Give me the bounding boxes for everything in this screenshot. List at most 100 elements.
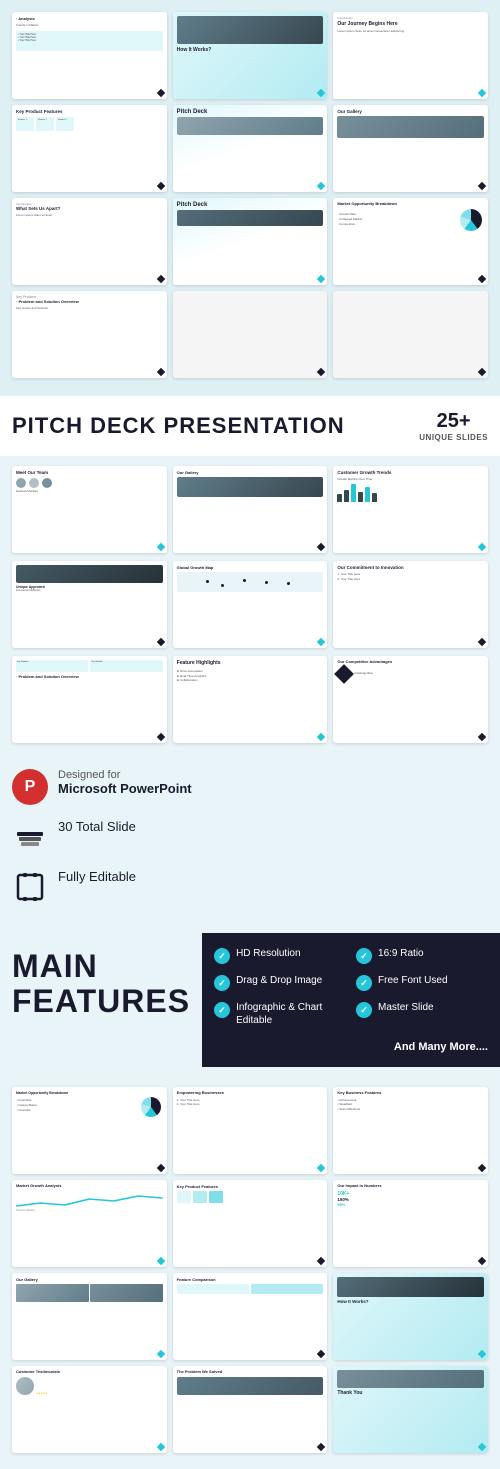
slide-label-pitch-deck-1: Pitch Deck [177,109,324,115]
slide-thumb-analysis[interactable]: · Analysis Trends in Market • Your Title… [12,12,167,99]
slide-bottom-row-1: Market Opportunity Breakdown · Growth Ra… [12,1087,488,1174]
slide-diamond-commitment [478,638,486,646]
slide-label-what-sets: What Sets Us Apart? [16,206,163,211]
slide-mid-row-3: Key Problem Key Solution · Problem and S… [12,656,488,743]
slide-thumb-our-impact[interactable]: Our Impact in Numbers 10K+ 150% 95% [333,1180,488,1267]
slide-label-journey: Our Journey Begins Here [337,21,484,27]
slide-thumb-feature-highlights[interactable]: Feature Highlights ⊕ Drive Automation ⊕ … [173,656,328,743]
slide-diamond-problem-1 [156,368,164,376]
slide-thumb-what-sets[interactable]: Introduction What Sets Us Apart? Lorem i… [12,198,167,285]
slide-diamond-market-2 [156,1164,164,1172]
slide-thumb-our-journey[interactable]: Introduction Our Journey Begins Here Lor… [333,12,488,99]
feature-editable: Fully Editable [12,869,488,905]
check-ratio [356,948,372,964]
main-features-title-block: MAIN FEATURES [0,933,202,1067]
features-section: P Designed for Microsoft PowerPoint 30 T… [0,761,500,933]
slide-diamond-how-2 [478,1350,486,1358]
slide-thumb-key-product-2[interactable]: Key Product Features [173,1180,328,1267]
slide-row-2: Key Product Features Feature 1 Feature 2… [12,105,488,192]
feature-powerpoint: P Designed for Microsoft PowerPoint [12,769,488,805]
check-font [356,975,372,991]
slide-bottom-row-3: Our Gallery Feature Comparison [12,1273,488,1360]
layers-icon [12,819,48,855]
slide-thumb-market-opp-1[interactable]: Market Opportunity Breakdown · Growth Ra… [333,198,488,285]
slide-label-how-it-works: How It Works? [177,47,324,53]
check-hd [214,948,230,964]
slides-badge: 25+ UNIQUE SLIDES [419,410,488,442]
slide-thumb-our-gallery-2[interactable]: Our Gallery [173,466,328,553]
slide-thumb-our-gallery-1[interactable]: Our Gallery [333,105,488,192]
slide-label-problem-2: · Problem and Solution Overview [16,674,163,679]
slide-thumb-blank-1[interactable] [173,291,328,378]
main-features-heading-line2: FEATURES [12,984,190,1019]
slide-thumb-meet-team[interactable]: Meet Our Team Hannah Morales [12,466,167,553]
slide-diamond-impact [478,1257,486,1265]
slide-diamond-key-product [156,182,164,190]
bottom-section: Market Opportunity Breakdown · Growth Ra… [0,1077,500,1469]
slide-thumb-key-business[interactable]: Key Business Features • Achievement• Ste… [333,1087,488,1174]
slide-thumb-problem-2[interactable]: Key Problem Key Solution · Problem and S… [12,656,167,743]
slide-diamond-gallery-1 [478,182,486,190]
slide-label-key-product-2: Key Product Features [177,1184,324,1189]
slides-count: 25+ [419,410,488,433]
slide-label-analysis: · Analysis [16,16,163,21]
feature-hd-label: HD Resolution [236,947,300,960]
slide-label-thank-you: Thank You [337,1390,484,1396]
slide-thumb-problem-solution-1[interactable]: Key Problem · Problem and Solution Overv… [12,291,167,378]
editable-label: Fully Editable [58,869,136,884]
slide-label-key-business: Key Business Features [337,1091,484,1096]
slide-diamond-problem-solved [317,1443,325,1451]
slide-diamond-journey [478,89,486,97]
slide-mid-row-2: Unique Approach Focused and Effective Gl… [12,561,488,648]
slide-diamond-thank-you [478,1443,486,1451]
slide-thumb-customer-growth[interactable]: Customer Growth Trends Growth Metrics Ov… [333,466,488,553]
slide-thumb-global-growth[interactable]: Global Growth Map [173,561,328,648]
slide-thumb-unique-approach[interactable]: Unique Approach Focused and Effective [12,561,167,648]
feature-ratio-label: 16:9 Ratio [378,947,424,960]
slide-label-problem-solved: The Problem We Solved [177,1370,324,1375]
slide-thumb-empowering[interactable]: Empowering Businesses 1. Your Title Here… [173,1087,328,1174]
slide-diamond-testimonials [156,1443,164,1451]
slide-diamond-global [317,638,325,646]
slide-diamond-pitch-2 [317,275,325,283]
slide-label-global-growth: Global Growth Map [177,565,324,570]
slide-thumb-thank-you[interactable]: Thank You [333,1366,488,1453]
slide-thumb-how-it-works-2[interactable]: How It Works? [333,1273,488,1360]
slide-diamond-meet-team [156,543,164,551]
slide-label-our-gallery-1: Our Gallery [337,109,484,114]
slide-diamond-empowering [317,1164,325,1172]
feature-infographic-label: Infographic & Chart Editable [236,1001,346,1027]
mid-section: Meet Our Team Hannah Morales Our Gallery… [0,456,500,761]
slide-diamond-feature-highlights [317,733,325,741]
slide-thumb-problem-solved[interactable]: The Problem We Solved [173,1366,328,1453]
slide-thumb-feature-comparison[interactable]: Feature Comparison [173,1273,328,1360]
slide-thumb-testimonials[interactable]: Customer Testimonials ★★★★★ [12,1366,167,1453]
powerpoint-label: Microsoft PowerPoint [58,781,192,796]
slides-label: UNIQUE SLIDES [419,433,488,442]
slide-thumb-competitive[interactable]: Our Competitive Advantages Knowledge Bas… [333,656,488,743]
slide-label-market-opp-2: Market Opportunity Breakdown [16,1091,163,1095]
slide-thumb-blank-2[interactable] [333,291,488,378]
slide-thumb-pitch-deck-1[interactable]: Pitch Deck [173,105,328,192]
slide-thumb-our-gallery-3[interactable]: Our Gallery [12,1273,167,1360]
slide-diamond-pitch-1 [317,182,325,190]
slide-thumb-market-growth[interactable]: Market Growth Analysis Trends in Market [12,1180,167,1267]
title-section: PITCH DECK PRESENTATION 25+ UNIQUE SLIDE… [0,396,500,456]
slide-thumb-pitch-deck-2[interactable]: Pitch Deck [173,198,328,285]
slide-thumb-how-it-works[interactable]: How It Works? [173,12,328,99]
slide-bottom-row-2: Market Growth Analysis Trends in Market … [12,1180,488,1267]
feature-master-label: Master Slide [378,1001,434,1014]
slide-diamond-how-it-works [317,89,325,97]
slide-label-our-impact: Our Impact in Numbers [337,1184,484,1189]
slide-label-how-it-works-2: How It Works? [337,1299,484,1304]
slide-thumb-market-opp-2[interactable]: Market Opportunity Breakdown · Growth Ra… [12,1087,167,1174]
slide-diamond-gallery-3 [156,1350,164,1358]
slide-thumb-commitment[interactable]: Our Commitment to Innovation 1. Your Tit… [333,561,488,648]
slide-label-feature-comparison: Feature Comparison [177,1277,324,1282]
slide-label-problem-1: · Problem and Solution Overview [16,299,163,304]
slide-diamond-customer-growth [478,543,486,551]
total-slides-label: 30 Total Slide [58,819,136,834]
slide-thumb-key-product[interactable]: Key Product Features Feature 1 Feature 2… [12,105,167,192]
slide-label-our-gallery-3: Our Gallery [16,1277,163,1282]
slide-label-our-gallery-2: Our Gallery [177,470,324,475]
